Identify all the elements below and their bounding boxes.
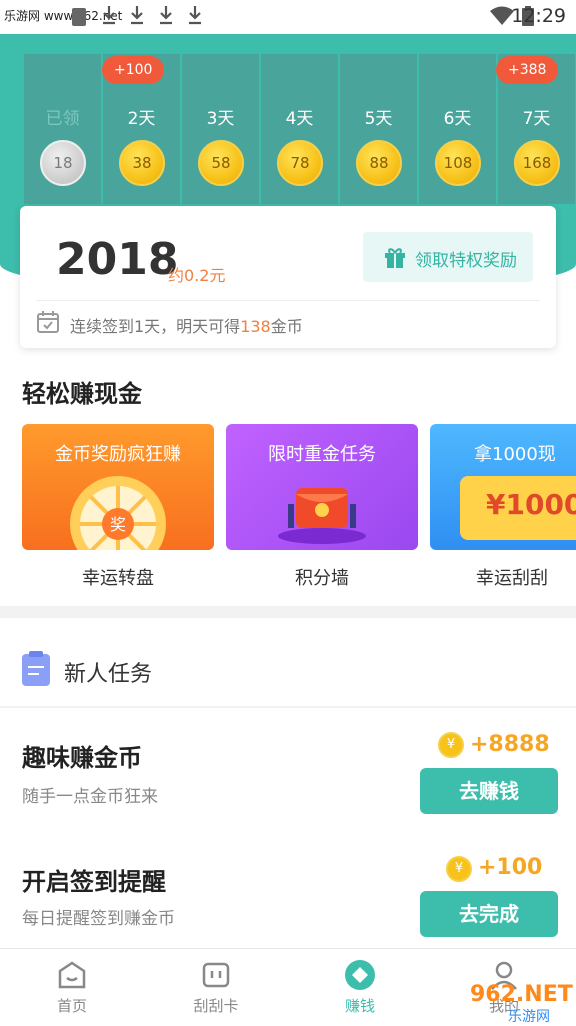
balance-card: 2018 约0.2元 领取特权奖励 连续签到1天，明天可得138金币 [20, 206, 556, 348]
tile-banner-text: 金币奖励疯狂赚 [55, 444, 181, 465]
checkin-day: 4天 78 [261, 54, 338, 204]
day-label: 7天 [522, 109, 551, 129]
nav-item-scratch[interactable]: 刮刮卡 [144, 949, 288, 1025]
status-bar: 乐游网 www.962.net 12:29 [0, 0, 576, 34]
scratch-card-icon [202, 962, 230, 988]
coin-icon: 78 [277, 140, 323, 186]
day-label: 2天 [127, 109, 156, 129]
watermark-text: 962.NET [470, 982, 573, 1007]
coin-icon: 168 [514, 140, 560, 186]
earn-icon [345, 960, 375, 990]
day-label: 4天 [285, 109, 314, 129]
coin-balance: 2018 [56, 234, 179, 285]
gift-icon [385, 248, 405, 268]
checkin-day: 6天 108 [419, 54, 496, 204]
divider [36, 300, 540, 301]
tile-banner: 拿1000现 ¥1000 [430, 424, 576, 550]
svg-text:奖: 奖 [110, 515, 126, 534]
scratch-card-prize: ¥1000 [460, 476, 576, 540]
nav-label: 刮刮卡 [193, 997, 239, 1015]
day-label: 6天 [443, 109, 472, 129]
divider [0, 706, 576, 708]
coin-icon: 88 [356, 140, 402, 186]
checkin-day: 已领 18 [24, 54, 101, 204]
streak-text: 连续签到1天，明天可得138金币 [70, 313, 303, 337]
wheel-icon: 奖 [70, 476, 166, 550]
calendar-check-icon [37, 311, 59, 333]
checkin-strip[interactable]: 已领 18 2天 38 3天 58 4天 78 5天 88 6天 108 7天 … [24, 54, 576, 204]
tile-banner-text: 拿1000现 [474, 444, 556, 465]
balance-yuan: 约0.2元 [168, 266, 226, 285]
section-separator [0, 606, 576, 618]
streak-suffix: 金币 [270, 317, 303, 336]
tile-banner: 金币奖励疯狂赚 奖 [22, 424, 214, 550]
download-icon [131, 6, 143, 25]
task-title: 趣味赚金币 [22, 744, 142, 772]
tile-label: 幸运转盘 [82, 568, 154, 589]
tasks-title: 新人任务 [64, 662, 153, 687]
day-label: 已领 [45, 109, 80, 129]
tile-banner: 限时重金任务 [226, 424, 418, 550]
task-desc: 每日提醒签到赚金币 [22, 909, 175, 929]
privilege-label: 领取特权奖励 [415, 251, 517, 271]
home-icon [58, 961, 86, 989]
coin-icon: ¥ [446, 856, 472, 882]
watermark-subtext: 乐游网 [508, 1009, 550, 1025]
task-reward: +8888 [470, 732, 550, 757]
tile-label: 积分墙 [295, 568, 349, 589]
task-title: 开启签到提醒 [22, 868, 166, 896]
bonus-badge: +388 [496, 56, 559, 84]
coin-icon: 58 [198, 140, 244, 186]
download-icon [189, 6, 201, 25]
nav-label: 赚钱 [344, 997, 375, 1015]
coin-icon: ¥ [438, 732, 464, 758]
day-label: 3天 [206, 109, 235, 129]
bonus-badge: +100 [102, 56, 165, 84]
complete-button[interactable]: 去完成 [420, 891, 558, 937]
streak-amount: 138 [240, 317, 271, 336]
coin-icon: 18 [40, 140, 86, 186]
day-label: 5天 [364, 109, 393, 129]
red-envelope-icon [278, 488, 366, 544]
nav-label: 首页 [56, 997, 87, 1015]
earn-tiles: 金币奖励疯狂赚 奖 幸运转盘 限时重金任务 积分墙 拿1000现 ¥1000 幸… [0, 424, 576, 594]
download-icon [103, 6, 115, 25]
earn-section-title: 轻松赚现金 [22, 380, 142, 408]
clipboard-icon [22, 651, 50, 686]
earn-button[interactable]: 去赚钱 [420, 768, 558, 814]
streak-prefix: 连续签到1天，明天可得 [70, 317, 241, 336]
clock: 12:29 [511, 5, 566, 27]
tile-banner-text: 限时重金任务 [268, 444, 376, 465]
site-watermark: 962.NET 乐游网 [470, 982, 576, 1025]
claim-privilege-button[interactable]: 领取特权奖励 [363, 232, 533, 282]
task-reward: +100 [478, 855, 543, 880]
coin-icon: 38 [119, 140, 165, 186]
notification-icon [72, 8, 86, 26]
coin-icon: 108 [435, 140, 481, 186]
task-desc: 随手一点金币狂来 [22, 787, 158, 807]
nav-item-earn[interactable]: 赚钱 [288, 949, 432, 1025]
checkin-day: 5天 88 [340, 54, 417, 204]
nav-item-home[interactable]: 首页 [0, 949, 144, 1025]
checkin-day: 3天 58 [182, 54, 259, 204]
tile-label: 幸运刮刮 [476, 568, 548, 589]
prize-amount: ¥1000 [486, 488, 576, 521]
download-icon [160, 6, 172, 25]
